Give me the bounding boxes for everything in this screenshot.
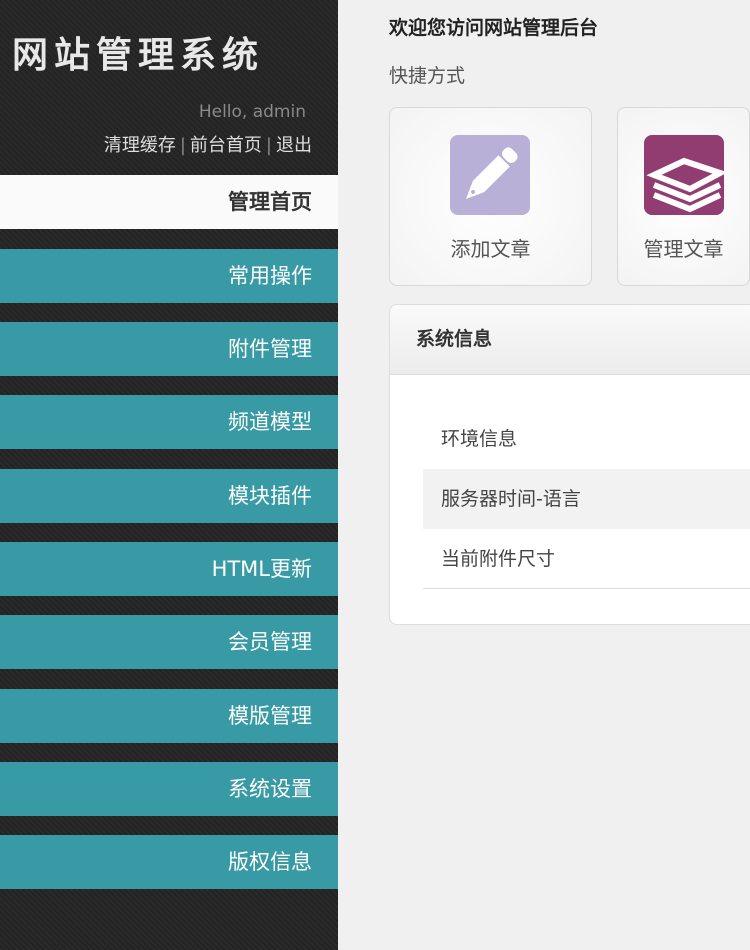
menu-item-channel-models[interactable]: 频道模型 — [0, 395, 338, 449]
greeting: Hello, admin — [198, 102, 306, 122]
shortcut-label: 添加文章 — [450, 237, 531, 261]
menu-item-copyright[interactable]: 版权信息 — [0, 835, 338, 889]
menu-item-attachments[interactable]: 附件管理 — [0, 322, 338, 376]
clear-cache-link[interactable]: 清理缓存 — [104, 135, 176, 156]
stack-icon — [644, 135, 728, 215]
menu-item-plugins[interactable]: 模块插件 — [0, 469, 338, 523]
logo: 网站管理系统 — [12, 35, 265, 76]
pencil-icon — [450, 135, 530, 215]
panel-title: 系统信息 — [390, 305, 750, 375]
system-info-panel: 系统信息 环境信息 服务器时间-语言 当前附件尺寸 — [389, 304, 750, 625]
frontend-home-link[interactable]: 前台首页 — [190, 135, 262, 156]
shortcut-manage-articles[interactable]: 管理文章 — [617, 107, 750, 286]
shortcut-label: 管理文章 — [643, 237, 724, 261]
menu-item-common[interactable]: 常用操作 — [0, 249, 338, 303]
welcome-title: 欢迎您访问网站管理后台 — [389, 17, 599, 39]
shortcut-add-article[interactable]: 添加文章 — [389, 107, 592, 286]
separator: | — [265, 135, 272, 156]
sidebar: 网站管理系统 Hello, admin 清理缓存 | 前台首页 | 退出 管理首页 常用… — [0, 0, 338, 950]
menu-item-dashboard[interactable]: 管理首页 — [0, 175, 338, 229]
shortcuts-title: 快捷方式 — [389, 65, 466, 87]
info-row-server-time: 服务器时间-语言 — [423, 469, 750, 529]
menu-item-members[interactable]: 会员管理 — [0, 615, 338, 669]
menu-item-templates[interactable]: 模版管理 — [0, 689, 338, 743]
logout-link[interactable]: 退出 — [276, 135, 312, 156]
info-row-attachment-size: 当前附件尺寸 — [423, 529, 750, 589]
menu-item-settings[interactable]: 系统设置 — [0, 762, 338, 816]
menu-item-html-update[interactable]: HTML更新 — [0, 542, 338, 596]
info-row-environment: 环境信息 — [441, 428, 518, 450]
separator: | — [179, 135, 186, 156]
header-links: 清理缓存 | 前台首页 | 退出 — [104, 131, 312, 157]
